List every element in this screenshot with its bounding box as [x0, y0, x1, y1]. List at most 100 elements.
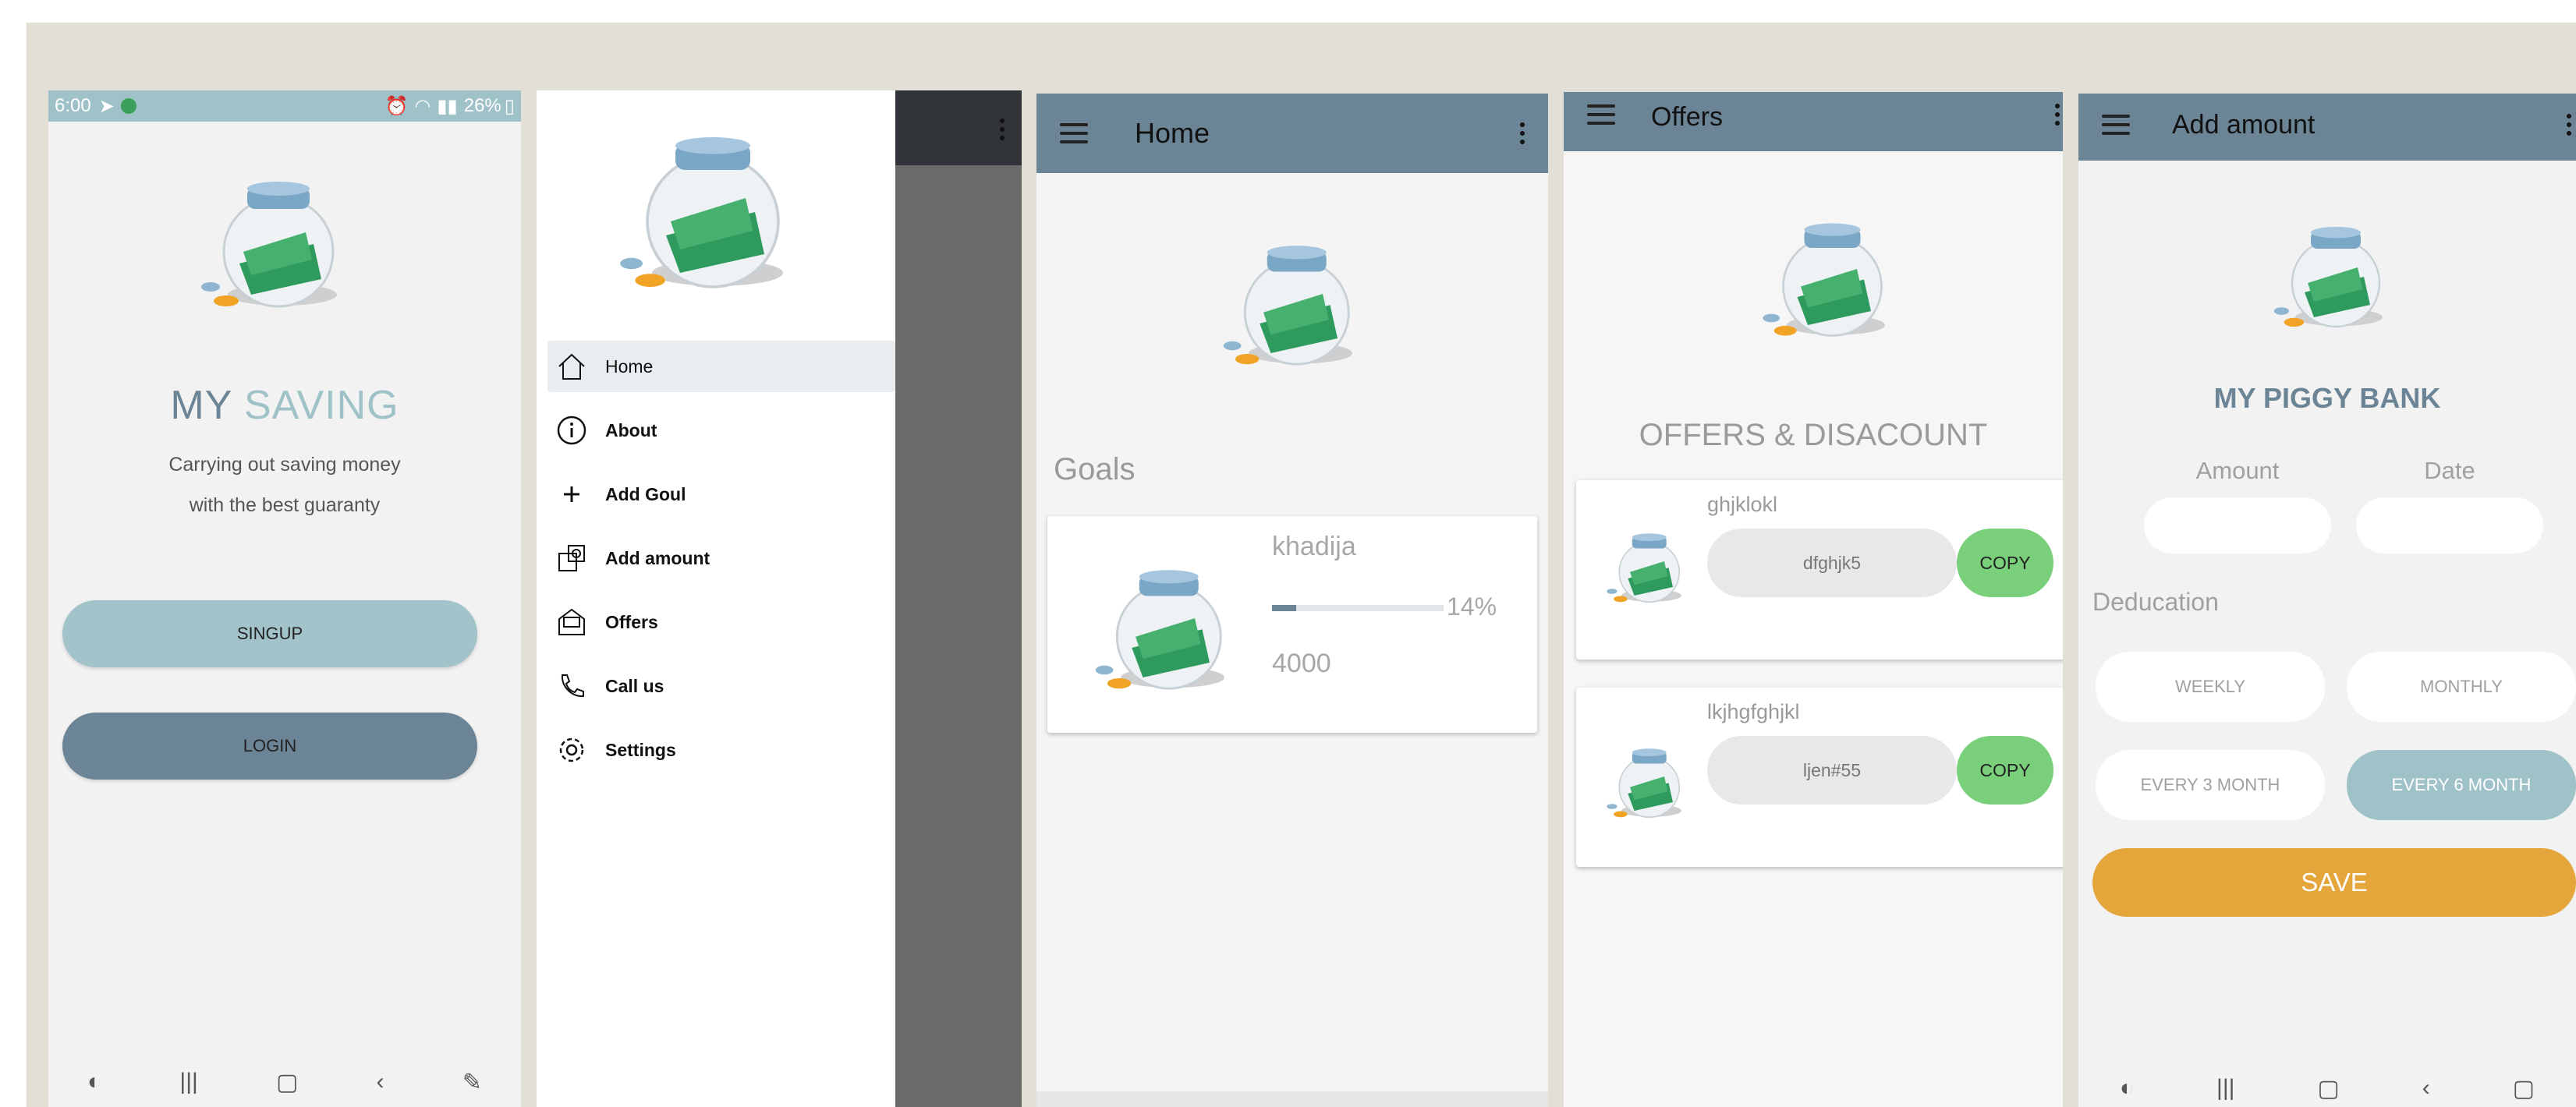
- home-app-bar: Home: [1036, 94, 1548, 173]
- goal-jar-icon: [1095, 570, 1224, 690]
- drawer-item-home-label: Home: [605, 355, 654, 377]
- overflow-menu-icon[interactable]: [2055, 104, 2060, 126]
- drawer-item-about[interactable]: About: [547, 405, 895, 456]
- offer-jar-icon: [1607, 748, 1681, 819]
- app-title-part1: MY: [170, 383, 232, 428]
- option-weekly-label: WEEKLY: [2174, 677, 2246, 696]
- recents-icon[interactable]: |||: [2216, 1075, 2234, 1102]
- option-monthly-label: MONTHLY: [2420, 677, 2503, 696]
- tagline-line2: with the best guaranty: [189, 494, 381, 516]
- offer-code-text: dfghjk5: [1802, 552, 1862, 573]
- app-title: MY SAVING: [48, 382, 521, 429]
- signup-button-label: SINGUP: [236, 624, 303, 643]
- add-amount-app-bar: Add amount: [2078, 94, 2576, 161]
- offer-card: ghjklokl dfghjk5 COPY: [1576, 480, 2063, 660]
- offer-jar-icon: [1607, 533, 1681, 603]
- status-bar: 6:00 ➤ ⏰ ◠ ▮▮ 26% ▯: [48, 90, 521, 122]
- plus-icon: [554, 476, 590, 512]
- home-jar-logo: [1223, 246, 1352, 366]
- copy-button[interactable]: COPY: [1957, 529, 2053, 597]
- date-field[interactable]: [2356, 497, 2543, 554]
- overflow-menu-icon[interactable]: [1520, 122, 1525, 144]
- drawer-item-offers[interactable]: Offers: [547, 596, 895, 648]
- signup-button[interactable]: SINGUP: [62, 600, 477, 667]
- drawer-item-settings[interactable]: Settings: [547, 724, 895, 776]
- menu-icon[interactable]: [1587, 104, 1615, 125]
- battery-level: 26%: [463, 95, 501, 116]
- drawer-item-call-us[interactable]: Call us: [547, 660, 895, 712]
- drawer-screen: Home About Add Goul Add amount Offers Ca…: [537, 90, 1022, 1107]
- drawer-item-offers-label: Offers: [605, 611, 658, 632]
- amount-label: Amount: [2195, 457, 2280, 484]
- offer-icon: [554, 604, 590, 640]
- offers-app-bar: Offers: [1564, 92, 2063, 151]
- option-every-6-month[interactable]: EVERY 6 MONTH: [2347, 750, 2576, 820]
- amount-field[interactable]: [2144, 497, 2331, 554]
- offer-name: ghjklokl: [1707, 493, 1778, 516]
- app-notification-icon: [120, 98, 136, 114]
- offers-heading: OFFERS & DISACOUNT: [1639, 418, 1988, 452]
- login-button[interactable]: LOGIN: [62, 713, 477, 780]
- phone-icon: [554, 668, 590, 704]
- back-icon[interactable]: ‹: [377, 1069, 384, 1095]
- status-time: 6:00: [55, 95, 91, 116]
- app-title-part2: SAVING: [243, 383, 399, 428]
- drawer-jar-logo: [620, 137, 783, 288]
- home-nav-icon[interactable]: ▢: [276, 1069, 298, 1096]
- back-icon[interactable]: ‹: [2422, 1075, 2430, 1102]
- offer-code: dfghjk5: [1707, 529, 1957, 597]
- goals-section-title: Goals: [1054, 452, 1136, 486]
- welcome-screen: 6:00 ➤ ⏰ ◠ ▮▮ 26% ▯ MY SAVING Carrying o…: [48, 90, 521, 1107]
- overflow-menu-icon[interactable]: [2567, 114, 2571, 136]
- goal-amount: 4000: [1272, 649, 1331, 678]
- money-icon: [554, 540, 590, 576]
- drawer-item-add-goal-label: Add Goul: [605, 483, 686, 504]
- piggy-jar-logo: [201, 182, 337, 308]
- drawer-item-call-us-label: Call us: [605, 675, 664, 696]
- drawer-item-settings-label: Settings: [605, 739, 676, 760]
- assistant-icon[interactable]: ◐: [2120, 1075, 2134, 1102]
- copy-button[interactable]: COPY: [1957, 736, 2053, 805]
- home-nav-icon[interactable]: ▢: [2317, 1075, 2339, 1102]
- login-button-label: LOGIN: [243, 736, 297, 755]
- offers-screen: Offers OFFERS & DISACOUNT ghjklokl dfghj…: [1564, 92, 2063, 1107]
- offers-title: Offers: [1651, 101, 1723, 132]
- save-button-label: SAVE: [2301, 868, 2368, 897]
- home-screen: Home Goals khadija 14% 4000: [1036, 94, 1548, 1107]
- assistant-icon[interactable]: ◐: [87, 1069, 101, 1095]
- option-every-3-month-label: EVERY 3 MONTH: [2140, 775, 2280, 794]
- home-title: Home: [1135, 117, 1210, 149]
- drawer-item-home[interactable]: Home: [547, 341, 895, 392]
- gear-icon: [554, 732, 590, 768]
- copy-button-label: COPY: [1979, 759, 2031, 780]
- drawer-item-about-label: About: [605, 419, 657, 440]
- accessibility-icon[interactable]: ✎: [462, 1069, 482, 1096]
- goal-progress-fill: [1272, 605, 1296, 611]
- behind-overflow-icon: [1000, 118, 1005, 140]
- goal-name: khadija: [1272, 532, 1356, 561]
- goal-card[interactable]: khadija 14% 4000: [1047, 516, 1537, 733]
- offers-jar-logo: [1763, 223, 1885, 337]
- option-monthly[interactable]: MONTHLY: [2347, 652, 2576, 722]
- menu-icon[interactable]: [1060, 123, 1088, 143]
- option-weekly[interactable]: WEEKLY: [2096, 652, 2325, 722]
- date-label: Date: [2424, 457, 2475, 484]
- drawer-item-add-goal[interactable]: Add Goul: [547, 469, 895, 520]
- deduction-label: Deducation: [2092, 588, 2219, 616]
- add-amount-screen: Add amount MY PIGGY BANK Amount Date Ded…: [2078, 94, 2576, 1107]
- menu-icon[interactable]: [2102, 115, 2130, 135]
- copy-button-label: COPY: [1979, 552, 2031, 573]
- option-every-3-month[interactable]: EVERY 3 MONTH: [2096, 750, 2325, 820]
- goal-progress-label: 14%: [1447, 592, 1497, 621]
- alarm-icon: ⏰: [384, 95, 409, 117]
- piggy-bank-heading: MY PIGGY BANK: [2213, 382, 2441, 414]
- offer-code: ljen#55: [1707, 736, 1957, 805]
- square-icon[interactable]: ▢: [2513, 1075, 2535, 1102]
- offer-code-text: ljen#55: [1802, 759, 1862, 780]
- add-amount-title: Add amount: [2172, 109, 2316, 140]
- save-button[interactable]: SAVE: [2092, 848, 2576, 917]
- signal-icon: ▮▮: [437, 95, 458, 117]
- recents-icon[interactable]: |||: [179, 1069, 197, 1095]
- drawer-item-add-amount[interactable]: Add amount: [547, 532, 895, 584]
- telegram-icon: ➤: [98, 95, 115, 117]
